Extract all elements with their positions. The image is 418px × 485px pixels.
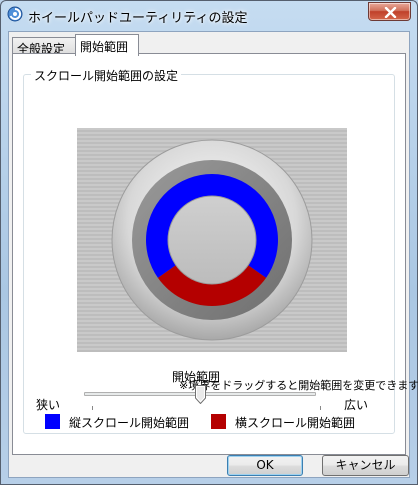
legend-horizontal-label: 横スクロール開始範囲	[235, 416, 356, 430]
wheelpad-app-icon	[7, 6, 23, 22]
slider-max-label: 広い	[344, 398, 369, 412]
horizontal-color-swatch	[211, 414, 226, 429]
close-icon	[384, 7, 397, 18]
cancel-button[interactable]: キャンセル	[322, 455, 409, 476]
ok-button[interactable]: OK	[227, 455, 303, 476]
slider-tick-min	[92, 406, 93, 410]
slider-title: 開始範囲	[171, 370, 220, 384]
legend-vertical-label: 縦スクロール開始範囲	[69, 416, 190, 430]
vertical-color-swatch	[45, 414, 60, 429]
scroll-range-preview[interactable]	[77, 128, 347, 352]
close-button[interactable]	[368, 2, 411, 21]
tab-start-range[interactable]: 開始範囲	[75, 34, 139, 56]
slider-tick-max	[320, 406, 321, 410]
group-label: スクロール開始範囲の設定	[31, 67, 182, 84]
title-bar[interactable]: ホイールパッドユーティリティの設定	[1, 1, 417, 29]
slider-min-label: 狭い	[36, 398, 61, 412]
wheel-diagram	[111, 139, 313, 341]
window-title: ホイールパッドユーティリティの設定	[28, 11, 248, 26]
start-range-slider-thumb[interactable]	[195, 385, 206, 404]
